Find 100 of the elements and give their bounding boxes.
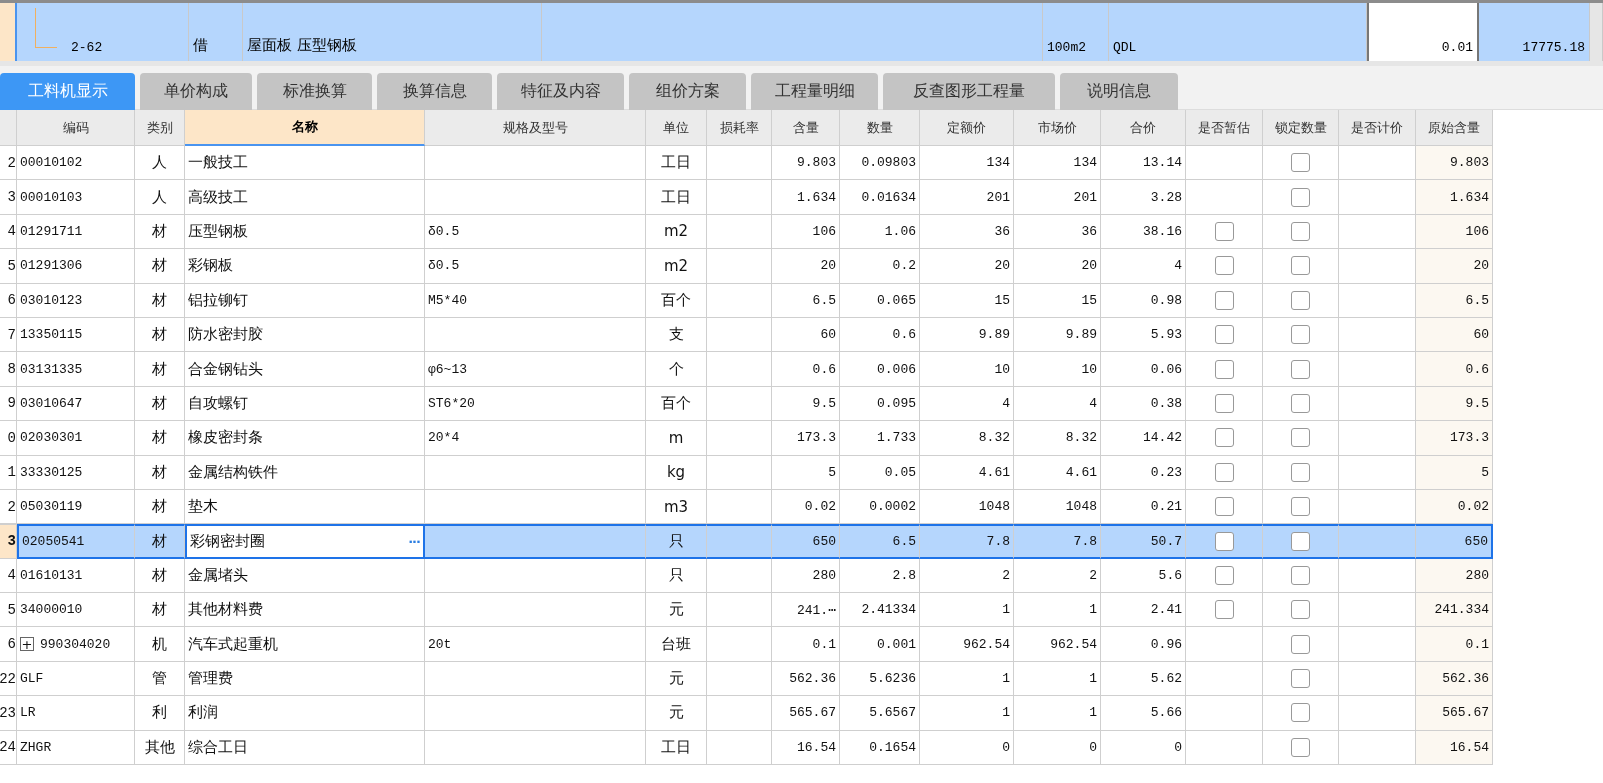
row-number[interactable]: 8 — [0, 352, 17, 387]
checkbox[interactable] — [1214, 565, 1234, 585]
column-header[interactable]: 原始含量 — [1416, 110, 1493, 146]
column-header[interactable]: 数量 — [840, 110, 920, 146]
table-cell: 10 — [1014, 352, 1101, 387]
checkbox[interactable] — [1214, 462, 1234, 482]
checkbox[interactable] — [1291, 703, 1310, 723]
name-cell: 橡皮密封条 — [185, 421, 425, 456]
row-number[interactable]: 1 — [0, 455, 17, 490]
table-cell: 0.96 — [1101, 627, 1186, 662]
row-number[interactable]: 4 — [0, 558, 17, 594]
checkbox[interactable] — [1291, 325, 1310, 345]
checkbox[interactable] — [1291, 428, 1310, 448]
checkbox[interactable] — [1291, 221, 1310, 241]
column-header[interactable]: 是否暂估 — [1186, 110, 1263, 146]
tab[interactable]: 工程量明细 — [751, 73, 878, 110]
checkbox[interactable] — [1214, 428, 1234, 448]
table-cell: 0.095 — [840, 386, 920, 422]
table-cell — [707, 146, 772, 181]
row-number[interactable]: 24 — [0, 730, 17, 766]
row-number[interactable]: 7 — [0, 317, 17, 353]
checkbox[interactable] — [1214, 256, 1234, 276]
checkbox[interactable] — [1214, 532, 1234, 551]
column-header[interactable]: 定额价 — [920, 110, 1014, 146]
row-number[interactable]: 3 — [0, 180, 17, 215]
checkbox[interactable] — [1291, 634, 1310, 654]
column-header[interactable]: 是否计价 — [1339, 110, 1416, 146]
checkbox[interactable] — [1214, 359, 1234, 379]
row-number[interactable]: 4 — [0, 214, 17, 250]
checkbox[interactable] — [1291, 600, 1310, 620]
checkbox[interactable] — [1291, 393, 1310, 413]
checkbox[interactable] — [1291, 497, 1310, 517]
table-cell — [707, 696, 772, 731]
table-cell: 650 — [772, 524, 840, 559]
table-cell: 1.634 — [1416, 180, 1493, 215]
table-cell: 9.89 — [920, 317, 1014, 353]
row-number[interactable]: 0 — [0, 421, 17, 456]
tab[interactable]: 组价方案 — [629, 73, 746, 110]
table-cell — [707, 214, 772, 250]
row-number[interactable]: 2 — [0, 146, 17, 181]
table-cell — [707, 283, 772, 318]
checkbox[interactable] — [1291, 256, 1310, 276]
unit-cell: 元 — [646, 661, 707, 697]
table-cell: 0.01634 — [840, 180, 920, 215]
more-button[interactable]: ··· — [408, 534, 420, 549]
table-cell — [707, 352, 772, 387]
column-header[interactable]: 名称 — [185, 110, 425, 146]
column-header[interactable]: 合价 — [1101, 110, 1186, 146]
column-header[interactable]: 含量 — [772, 110, 840, 146]
unit-cell: 台班 — [646, 627, 707, 662]
checkbox[interactable] — [1291, 187, 1310, 207]
checkbox[interactable] — [1291, 532, 1310, 551]
checkbox[interactable] — [1291, 359, 1310, 379]
row-number[interactable]: 6 — [0, 283, 17, 318]
table-cell: 201 — [920, 180, 1014, 215]
tab[interactable]: 单价构成 — [140, 73, 252, 110]
table-cell: 962.54 — [920, 627, 1014, 662]
column-header[interactable]: 规格及型号 — [425, 110, 646, 146]
table-cell: 0.6 — [1416, 352, 1493, 387]
checkbox[interactable] — [1291, 565, 1310, 585]
table-cell: 0 — [1101, 730, 1186, 766]
column-header[interactable]: 损耗率 — [707, 110, 772, 146]
table-cell: 0.1 — [1416, 627, 1493, 662]
checkbox[interactable] — [1291, 153, 1310, 173]
column-header[interactable]: 市场价 — [1014, 110, 1101, 146]
expand-button[interactable]: + — [20, 637, 34, 652]
row-number[interactable]: 23 — [0, 696, 17, 731]
row-number[interactable]: 9 — [0, 386, 17, 422]
table-cell: 562.36 — [1416, 661, 1493, 697]
checkbox[interactable] — [1291, 462, 1310, 482]
tab[interactable]: 特征及内容 — [497, 73, 624, 110]
tab[interactable]: 说明信息 — [1060, 73, 1178, 110]
column-header[interactable]: 类别 — [135, 110, 185, 146]
checkbox[interactable] — [1214, 221, 1234, 241]
checkbox[interactable] — [1214, 290, 1234, 310]
checkbox[interactable] — [1214, 600, 1234, 620]
unit-cell: m2 — [646, 214, 707, 250]
checkbox[interactable] — [1291, 669, 1310, 689]
input-field[interactable]: 0.01 — [1367, 3, 1479, 61]
checkbox[interactable] — [1214, 325, 1234, 345]
table-cell: 650 — [1416, 524, 1493, 559]
tab[interactable]: 换算信息 — [377, 73, 492, 110]
column-header[interactable]: 编码 — [17, 110, 135, 146]
row-number[interactable]: 3 — [0, 524, 17, 559]
column-header[interactable]: 锁定数量 — [1263, 110, 1339, 146]
column-header[interactable]: 单位 — [646, 110, 707, 146]
table-cell: 6.5 — [840, 524, 920, 559]
row-number[interactable]: 5 — [0, 593, 17, 628]
checkbox[interactable] — [1214, 497, 1234, 517]
checkbox[interactable] — [1291, 290, 1310, 310]
row-number[interactable]: 22 — [0, 661, 17, 697]
tab[interactable]: 反查图形工程量 — [883, 73, 1055, 110]
checkbox[interactable] — [1214, 393, 1234, 413]
row-number[interactable]: 6 — [0, 627, 17, 662]
name-cell: 防水密封胶 — [185, 317, 425, 353]
unit-cell: 元 — [646, 696, 707, 731]
name-cell: 彩钢密封圈 — [190, 532, 265, 551]
row-number[interactable]: 5 — [0, 249, 17, 284]
checkbox[interactable] — [1291, 737, 1310, 757]
tab[interactable]: 标准换算 — [257, 73, 372, 110]
